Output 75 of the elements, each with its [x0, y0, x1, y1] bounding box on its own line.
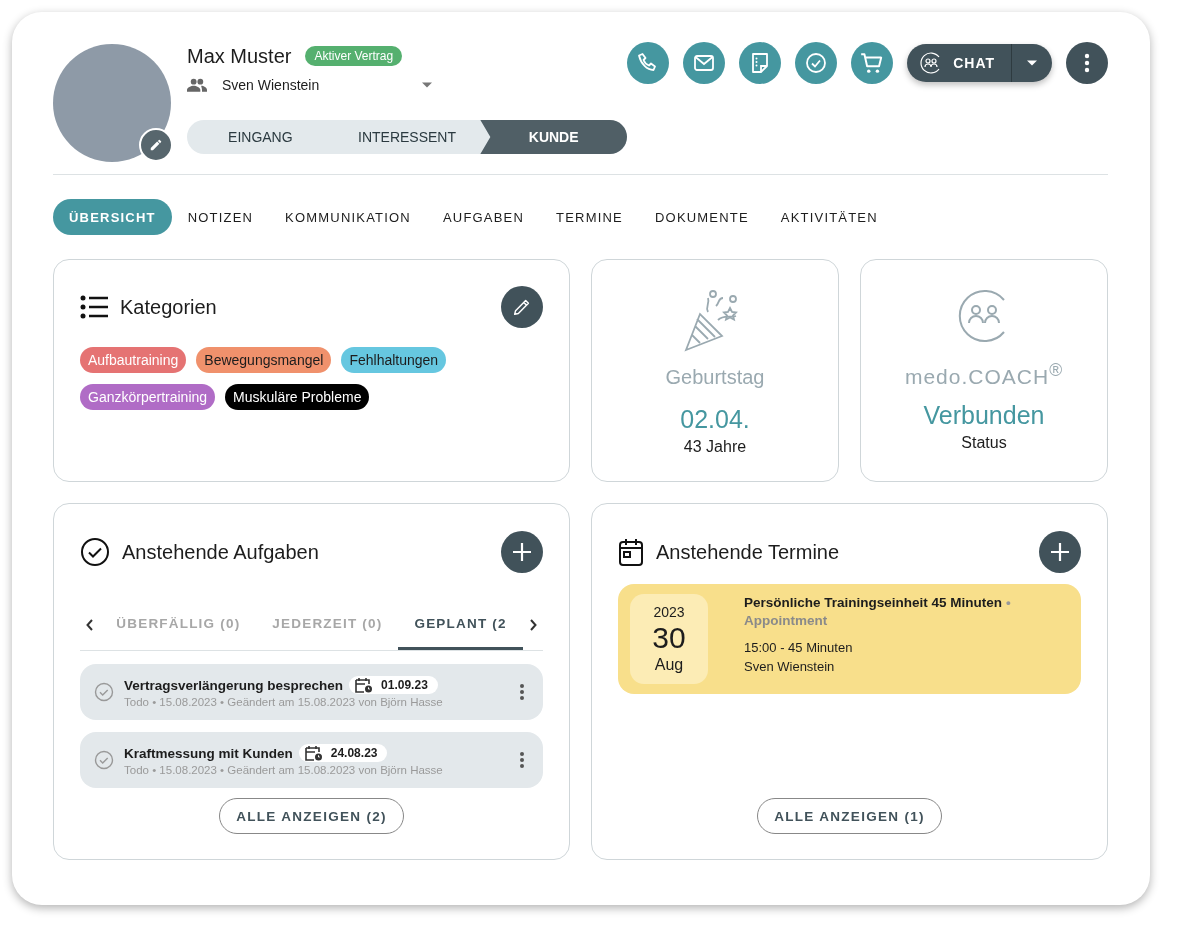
chevron-right-icon: [528, 619, 537, 631]
pencil-icon: [149, 138, 163, 152]
calendar-clock-icon: [355, 677, 374, 693]
appointment-year: 2023: [653, 604, 685, 620]
caret-icon: [1027, 60, 1037, 66]
calendar-clock-icon: [304, 745, 323, 761]
age-text: 43 Jahre: [683, 438, 747, 456]
add-appointment-button[interactable]: [1039, 531, 1081, 573]
stage-tab[interactable]: KUNDE: [480, 120, 627, 154]
edit-button[interactable]: [501, 286, 543, 328]
task-button[interactable]: [795, 42, 838, 84]
more-button[interactable]: [1066, 42, 1108, 84]
chevron-left-icon: [86, 619, 95, 631]
birthday-date: 02.04.: [680, 405, 750, 434]
kebab-menu-icon[interactable]: [519, 751, 525, 769]
appointment-title: Persönliche Trainingseinheit 45 Minuten: [744, 594, 1003, 612]
note-button[interactable]: [739, 42, 782, 84]
task-filter-tab[interactable]: GEPLANT (2: [398, 600, 523, 650]
task-item[interactable]: Kraftmessung mit Kunden 24.08.23 Todo • 15.08.2023 • Geändert am 15.08.2023 von Björn Hasse: [80, 732, 543, 788]
card-title: Anstehende Aufgaben: [122, 540, 320, 564]
check-circle-icon: [94, 750, 114, 770]
show-all-button[interactable]: ALLE ANZEIGEN (2): [219, 798, 404, 834]
appointment-item[interactable]: 2023 30 Aug Persönliche Trainingseinheit 45 Minuten • Appointment 15:00 - 45 Minuten Sven Wienstein: [618, 584, 1081, 694]
add-task-button[interactable]: [501, 531, 543, 573]
dropdown-caret-icon: [422, 82, 432, 88]
coach-brand-logo: medo.COACH$^{®}$: [904, 360, 1064, 389]
calendar-icon: [618, 537, 644, 567]
kebab-menu-icon: [1084, 53, 1090, 73]
stage-tab[interactable]: INTERESSENT: [333, 120, 481, 154]
nav-tab[interactable]: NOTIZEN: [171, 199, 270, 235]
due-date-chip: 01.09.23: [349, 676, 438, 694]
plus-icon: [512, 542, 532, 562]
task-meta: Todo • 15.08.2023 • Geändert am 15.08.2023 von Björn Hasse: [124, 764, 444, 776]
card-title: Kategorien: [120, 295, 218, 319]
show-all-button[interactable]: ALLE ANZEIGEN (1): [757, 798, 942, 834]
people-icon: [187, 78, 207, 92]
appointment-month: Aug: [654, 656, 684, 674]
nav-tab[interactable]: DOKUMENTE: [639, 199, 765, 235]
appointment-person: Sven Wienstein: [744, 659, 836, 674]
check-circle-icon: [804, 51, 829, 75]
check-circle-icon: [94, 682, 114, 702]
nav-tab[interactable]: KOMMUNIKATION: [269, 199, 427, 235]
card-title: Anstehende Termine: [656, 540, 841, 564]
category-tag: Muskuläre Probleme: [225, 384, 370, 410]
due-date-chip: 24.08.23: [298, 744, 388, 762]
kebab-menu-icon[interactable]: [519, 683, 525, 701]
task-title: Kraftmessung mit Kunden: [124, 745, 293, 761]
status-label: Status: [961, 434, 1007, 452]
birthday-label: Geburtstag: [665, 366, 765, 389]
appointment-time: 15:00 - 45 Minuten: [744, 640, 854, 655]
task-title: Vertragsverlängerung besprechen: [124, 677, 344, 693]
list-icon: [80, 295, 108, 319]
nav-tab[interactable]: TERMINE: [540, 199, 639, 235]
appointment-type: Appointment: [744, 612, 829, 630]
contract-badge: Aktiver Vertrag: [305, 46, 403, 66]
stage-tab[interactable]: EINGANG: [187, 120, 334, 154]
phone-button[interactable]: [627, 42, 670, 84]
category-tag: Aufbautraining: [80, 347, 187, 373]
task-meta: Todo • 15.08.2023 • Geändert am 15.08.2023 von Björn Hasse: [124, 696, 444, 708]
separator-dot: •: [1006, 594, 1011, 612]
chat-button[interactable]: CHAT: [907, 44, 1012, 82]
assignee-select[interactable]: Sven Wienstein: [187, 70, 432, 100]
check-circle-icon: [80, 537, 110, 567]
cart-button[interactable]: [851, 42, 894, 84]
customer-name: Max Muster: [187, 44, 292, 68]
nav-tab[interactable]: AKTIVITÄTEN: [764, 199, 894, 235]
email-button[interactable]: [683, 42, 726, 84]
category-tag: Bewegungsmangel: [196, 347, 332, 373]
task-item[interactable]: Vertragsverlängerung besprechen 01.09.23 Todo • 15.08.2023 • Geändert am 15.08.2023 von Björn Hasse: [80, 664, 543, 720]
nav-tab[interactable]: AUFGABEN: [426, 199, 541, 235]
appointment-day: 30: [652, 620, 686, 656]
category-tag: Fehlhaltungen: [341, 347, 447, 373]
category-tag: Ganzkörpertraining: [80, 384, 216, 410]
plus-icon: [1050, 542, 1070, 562]
connection-status: Verbunden: [923, 401, 1045, 430]
